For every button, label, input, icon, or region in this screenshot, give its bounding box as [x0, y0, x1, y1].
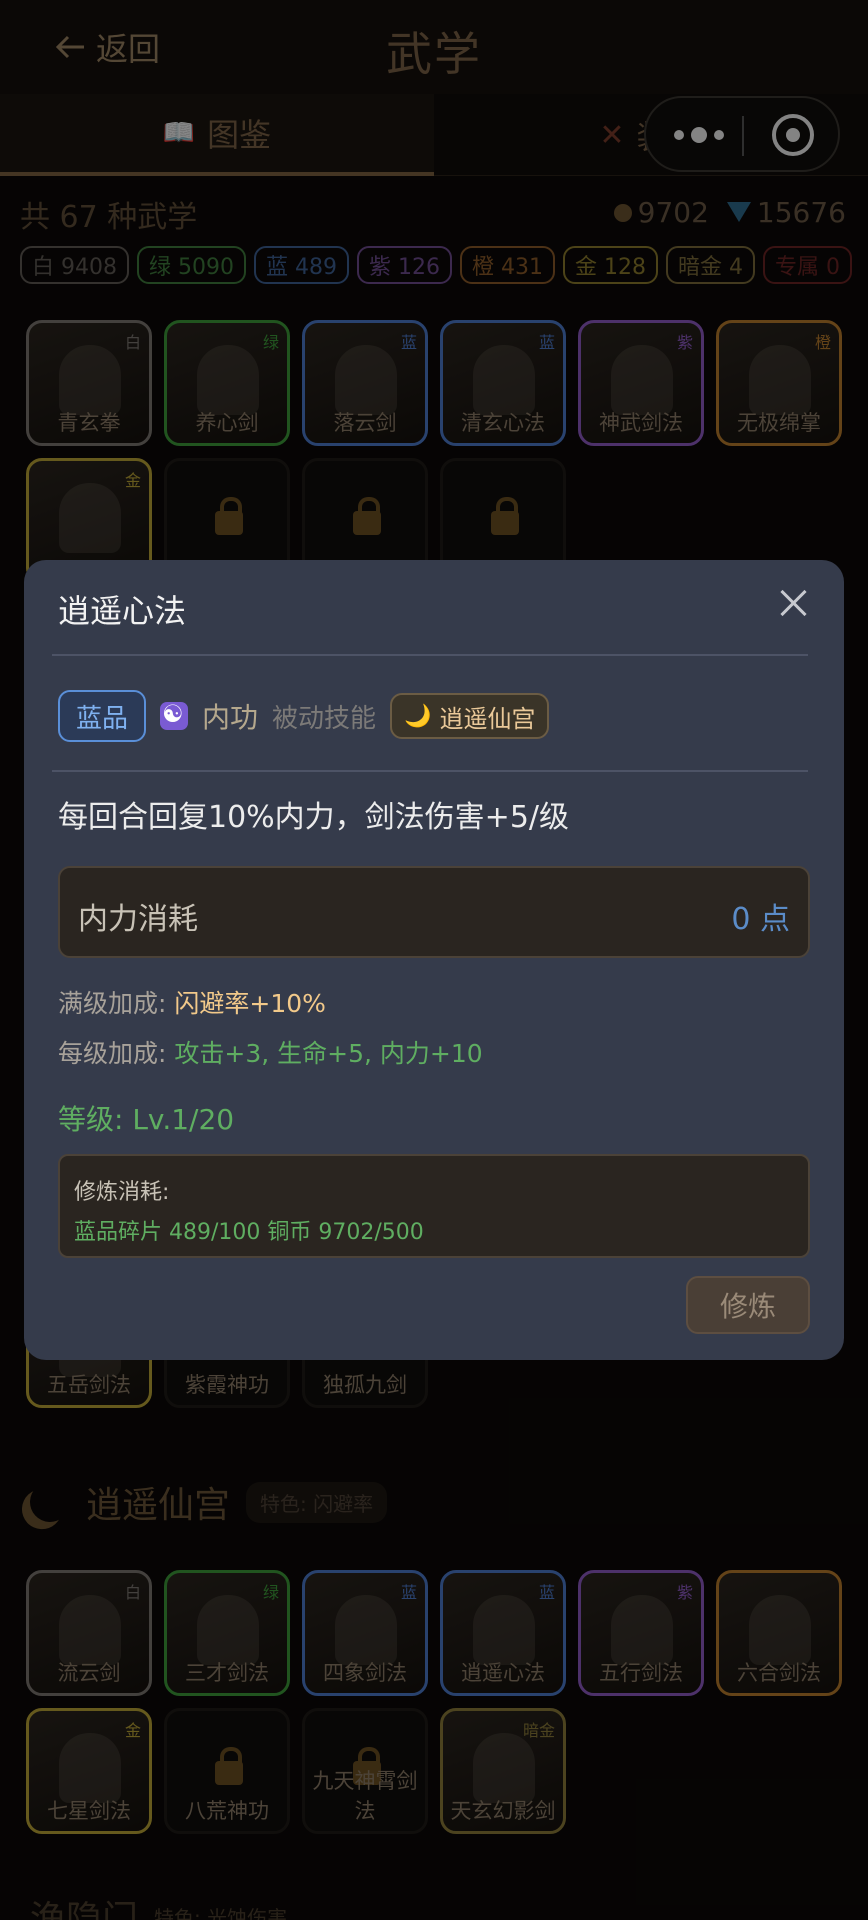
sect-badge-label: 逍遥仙宫 [439, 704, 536, 733]
per-level-label: 每级加成: [58, 1039, 167, 1068]
skill-tags: 蓝品 内功 被动技能 🌙 逍遥仙宫 [58, 690, 550, 742]
max-bonus-value: 闪避率+10% [174, 989, 326, 1018]
per-level-line: 每级加成: 攻击+3, 生命+5, 内力+10 [58, 1034, 483, 1070]
sect-badge: 🌙 逍遥仙宫 [390, 693, 550, 739]
yinyang-icon [160, 700, 189, 730]
training-cost-title: 修炼消耗: [74, 1180, 170, 1205]
skill-type: 内功 [202, 701, 259, 734]
skill-description: 每回合回复10%内力，剑法伤害+5/级 [58, 800, 570, 835]
skill-level: 等级: Lv.1/20 [58, 1103, 235, 1136]
training-cost-items: 蓝品碎片 489/100 铜币 9702/500 [74, 1220, 424, 1245]
per-level-value: 攻击+3, 生命+5, 内力+10 [174, 1039, 483, 1068]
moon-icon: 🌙 [404, 703, 432, 729]
training-cost-box: 修炼消耗: 蓝品碎片 489/100 铜币 9702/500 [58, 1154, 810, 1258]
cost-box: 内力消耗 0 点 [58, 866, 810, 958]
divider [52, 654, 808, 656]
cost-value: 0 点 [731, 902, 790, 937]
max-bonus-line: 满级加成: 闪避率+10% [58, 984, 326, 1020]
skill-kind: 被动技能 [272, 703, 377, 734]
modal-title: 逍遥心法 [58, 592, 187, 630]
train-button[interactable]: 修炼 [686, 1276, 810, 1334]
skill-detail-modal: 逍遥心法 蓝品 内功 被动技能 🌙 逍遥仙宫 每回合回复10%内力，剑法伤害+5… [24, 560, 844, 1360]
divider [52, 770, 808, 772]
max-bonus-label: 满级加成: [58, 989, 167, 1018]
close-icon[interactable] [778, 588, 808, 618]
cost-label: 内力消耗 [78, 902, 198, 937]
rarity-badge: 蓝品 [58, 690, 147, 742]
